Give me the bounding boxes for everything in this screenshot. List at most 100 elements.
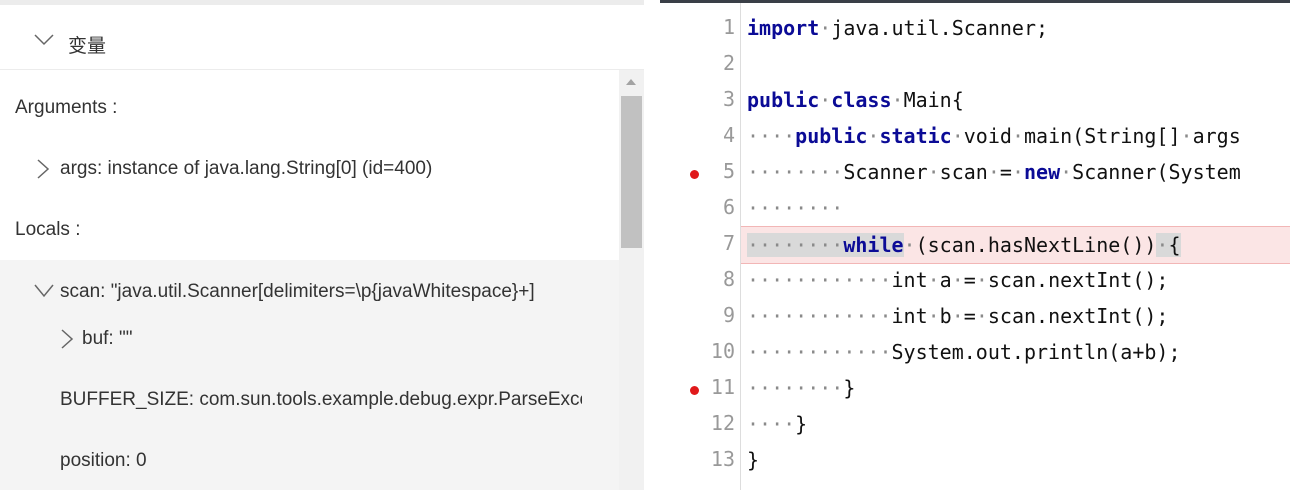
- code-token: ·: [903, 233, 916, 257]
- line-number: 8: [722, 267, 735, 291]
- code-token: ·: [927, 268, 940, 292]
- code-token: ·: [891, 88, 904, 112]
- gutter-line[interactable]: 6: [660, 190, 740, 226]
- line-number: 1: [722, 15, 735, 39]
- gutter-line[interactable]: 8: [660, 262, 740, 298]
- code-token: (scan.hasNextLine()): [915, 233, 1157, 257]
- code-token: ············: [747, 340, 892, 364]
- code-token: System.out.println(a+b);: [891, 340, 1181, 364]
- code-token: ·: [987, 160, 1000, 184]
- chevron-right-icon[interactable]: [36, 159, 50, 179]
- code-line[interactable]: ············int·b·=·scan.nextInt();: [741, 298, 1290, 334]
- gutter-line[interactable]: 7: [660, 226, 740, 262]
- chevron-down-icon[interactable]: [34, 34, 54, 46]
- code-token: }: [747, 448, 760, 472]
- variables-scrollbar[interactable]: [619, 70, 644, 490]
- line-number-gutter[interactable]: 1 2 3 4 5 6 7 8 9 10 11 12 13: [660, 3, 741, 490]
- code-line[interactable]: ········Scanner·scan·=·new·Scanner(Syste…: [741, 154, 1290, 190]
- tree-item-buf[interactable]: buf: "": [60, 326, 582, 352]
- code-line-text: ············int·a·=·scan.nextInt();: [747, 268, 1168, 292]
- code-token: ·: [951, 304, 964, 328]
- tree-item-scan[interactable]: scan: "java.util.Scanner[delimiters=\p{j…: [34, 280, 582, 306]
- code-line[interactable]: ············System.out.println(a+b);: [741, 334, 1290, 370]
- code-area[interactable]: import·java.util.Scanner; public·class·Ma…: [741, 3, 1290, 490]
- tree-item-label: scan: "java.util.Scanner[delimiters=\p{j…: [60, 281, 535, 302]
- code-line[interactable]: public·class·Main{: [741, 82, 1290, 118]
- variables-panel: 变量 Arguments : args: instance of java.la…: [0, 0, 644, 490]
- breakpoint-icon[interactable]: [690, 170, 699, 179]
- line-number: 7: [722, 231, 735, 255]
- breakpoint-icon[interactable]: [690, 386, 699, 395]
- code-token: ·: [819, 16, 832, 40]
- code-line-text: }: [747, 448, 759, 472]
- gutter-line[interactable]: 5: [660, 154, 740, 190]
- code-token: ········: [747, 233, 844, 257]
- tree-item-buffer-size[interactable]: BUFFER_SIZE: com.sun.tools.example.debug…: [60, 387, 582, 413]
- code-line-text: ············System.out.println(a+b);: [747, 340, 1180, 364]
- code-line[interactable]: import·java.util.Scanner;: [741, 10, 1290, 46]
- locals-label: Locals :: [15, 219, 81, 240]
- code-line[interactable]: [741, 46, 1290, 82]
- code-editor[interactable]: 1 2 3 4 5 6 7 8 9 10 11 12 13 import·java.util.Scann…: [660, 0, 1290, 490]
- code-token: ·: [927, 160, 940, 184]
- code-token: ·: [1156, 233, 1169, 257]
- code-token: ·: [1011, 160, 1024, 184]
- code-token: ····: [747, 124, 796, 148]
- code-line[interactable]: ············int·a·=·scan.nextInt();: [741, 262, 1290, 298]
- code-token: int: [891, 268, 928, 292]
- code-token: new: [1023, 160, 1061, 184]
- gutter-line[interactable]: 12: [660, 406, 740, 442]
- code-line-current[interactable]: ········while·(scan.hasNextLine())·{: [741, 226, 1290, 264]
- code-line-text: ············int·b·=·scan.nextInt();: [747, 304, 1168, 328]
- panel-divider[interactable]: [644, 0, 660, 490]
- code-token: public: [747, 88, 820, 112]
- code-line-text: ········Scanner·scan·=·new·Scanner(Syste…: [747, 160, 1241, 184]
- line-number: 6: [722, 195, 735, 219]
- code-token: ·: [867, 124, 880, 148]
- code-token: =: [963, 304, 976, 328]
- gutter-line[interactable]: 1: [660, 10, 740, 46]
- code-token: Main{: [903, 88, 964, 112]
- code-line[interactable]: ········}: [741, 370, 1290, 406]
- scroll-thumb[interactable]: [621, 96, 642, 248]
- code-line[interactable]: ····}: [741, 406, 1290, 442]
- line-number: 3: [722, 87, 735, 111]
- code-line[interactable]: ····public·static·void·main(String[]·arg…: [741, 118, 1290, 154]
- gutter-line[interactable]: 3: [660, 82, 740, 118]
- gutter-line[interactable]: 9: [660, 298, 740, 334]
- code-token: ·: [1060, 160, 1073, 184]
- line-number: 4: [722, 123, 735, 147]
- code-token: void: [963, 124, 1012, 148]
- chevron-down-icon[interactable]: [34, 284, 54, 298]
- code-token: ·: [1011, 124, 1024, 148]
- gutter-line[interactable]: 11: [660, 370, 740, 406]
- variables-header[interactable]: 变量: [0, 5, 644, 70]
- tree-item-position[interactable]: position: 0: [60, 448, 582, 474]
- tree-item-args[interactable]: args: instance of java.lang.String[0] (i…: [36, 156, 616, 182]
- gutter-line[interactable]: 13: [660, 442, 740, 478]
- code-line[interactable]: }: [741, 442, 1290, 478]
- code-token: while: [843, 233, 904, 257]
- line-number: 13: [710, 447, 735, 471]
- gutter-line[interactable]: 4: [660, 118, 740, 154]
- code-token: ·: [951, 124, 964, 148]
- code-line-text: ········: [747, 196, 843, 220]
- code-token: ·: [975, 268, 988, 292]
- chevron-right-icon[interactable]: [60, 329, 74, 349]
- code-token: ········: [747, 376, 844, 400]
- gutter-line[interactable]: 2: [660, 46, 740, 82]
- tree-item-label: buf: "": [82, 328, 133, 349]
- code-token: static: [879, 124, 952, 148]
- code-token: ·: [951, 268, 964, 292]
- scroll-up-arrow-icon[interactable]: [626, 79, 636, 85]
- code-token: class: [831, 88, 892, 112]
- gutter-line[interactable]: 10: [660, 334, 740, 370]
- code-token: ········: [747, 160, 844, 184]
- tree-item-label: BUFFER_SIZE: com.sun.tools.example.debug…: [60, 389, 582, 410]
- line-number: 12: [710, 411, 735, 435]
- code-line[interactable]: ········: [741, 190, 1290, 226]
- code-token: Scanner(System: [1072, 160, 1241, 184]
- code-token: }: [843, 376, 856, 400]
- code-token: =: [963, 268, 976, 292]
- code-token: }: [795, 412, 808, 436]
